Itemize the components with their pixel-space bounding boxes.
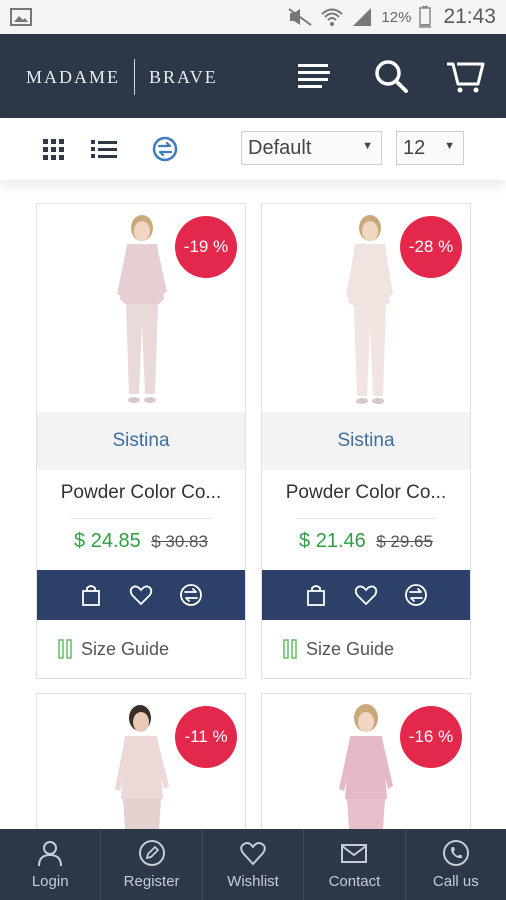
bottom-nav-wishlist[interactable]: Wishlist <box>203 829 305 900</box>
battery-icon <box>419 6 432 28</box>
price-current: $ 21.46 <box>299 530 366 552</box>
app-header: MADAME BRAVE <box>0 34 506 118</box>
chevron-down-icon: ▼ <box>362 140 373 152</box>
chevron-down-icon: ▼ <box>444 140 455 152</box>
price-original: $ 30.83 <box>151 532 208 551</box>
compare-icon[interactable] <box>151 135 179 163</box>
size-guide-link[interactable]: Size Guide <box>282 636 394 662</box>
bottom-nav-call[interactable]: Call us <box>406 829 506 900</box>
bottom-nav: Login Register Wishlist Contact Call us <box>0 829 506 900</box>
heart-icon[interactable] <box>129 583 153 607</box>
ruler-icon <box>58 639 72 659</box>
size-guide-label: Size Guide <box>306 638 395 659</box>
envelope-icon <box>341 844 368 863</box>
logo-divider <box>134 59 136 95</box>
size-guide-label: Size Guide <box>81 638 170 659</box>
product-card[interactable]: -28 % Sistina Powder Color Co... $ 21.46… <box>261 203 471 679</box>
wifi-icon <box>321 8 344 26</box>
sort-select[interactable]: Default ▼ <box>241 131 382 165</box>
listing-toolbar: Default ▼ 12 ▼ <box>0 118 506 180</box>
product-card[interactable]: -19 % Sistina Powder Color Co... $ 24.85… <box>36 203 246 679</box>
logo-right-text: BRAVE <box>149 66 218 87</box>
user-icon <box>38 841 63 867</box>
per-page-select[interactable]: 12 ▼ <box>396 131 464 165</box>
logo-left-text: MADAME <box>26 66 121 87</box>
size-guide-link[interactable]: Size Guide <box>57 636 169 662</box>
per-page-select-value: 12 <box>403 136 426 159</box>
search-icon[interactable] <box>371 56 411 96</box>
discount-badge: -11 % <box>175 706 237 768</box>
product-name[interactable]: Powder Color Co... <box>262 482 470 504</box>
heart-icon[interactable] <box>354 583 378 607</box>
heart-icon <box>240 842 266 866</box>
mute-icon <box>288 8 312 26</box>
grid-view-icon[interactable] <box>40 135 68 163</box>
clock: 21:43 <box>443 5 496 28</box>
product-actions <box>262 570 470 620</box>
discount-badge: -28 % <box>400 216 462 278</box>
status-bar: 12% 21:43 <box>0 0 506 34</box>
price-current: $ 24.85 <box>74 530 141 552</box>
shopping-bag-icon[interactable] <box>304 583 328 607</box>
sort-select-value: Default <box>248 136 312 159</box>
shopping-bag-icon[interactable] <box>79 583 103 607</box>
divider <box>71 518 211 519</box>
bottom-nav-contact[interactable]: Contact <box>304 829 406 900</box>
bottom-nav-login[interactable]: Login <box>0 829 102 900</box>
product-prices: $ 24.85 $ 30.83 <box>37 530 245 553</box>
product-prices: $ 21.46 $ 29.65 <box>262 530 470 553</box>
edit-icon <box>138 840 165 866</box>
compare-icon[interactable] <box>179 583 203 607</box>
bottom-nav-label: Wishlist <box>227 873 279 890</box>
bottom-nav-label: Login <box>31 873 69 890</box>
phone-icon <box>442 840 469 866</box>
cart-icon[interactable] <box>445 56 485 96</box>
menu-icon[interactable] <box>294 56 334 96</box>
bottom-nav-register[interactable]: Register <box>101 829 203 900</box>
compare-icon[interactable] <box>404 583 428 607</box>
list-view-icon[interactable] <box>90 135 118 163</box>
price-original: $ 29.65 <box>376 532 433 551</box>
bottom-nav-label: Register <box>123 873 180 890</box>
battery-percent: 12% <box>381 8 412 26</box>
product-name[interactable]: Powder Color Co... <box>37 482 245 504</box>
signal-icon <box>353 8 372 26</box>
bottom-nav-label: Contact <box>328 873 381 890</box>
discount-badge: -16 % <box>400 706 462 768</box>
ruler-icon <box>283 639 297 659</box>
logo[interactable]: MADAME BRAVE <box>26 59 218 95</box>
product-actions <box>37 570 245 620</box>
product-brand[interactable]: Sistina <box>262 412 470 470</box>
discount-badge: -19 % <box>175 216 237 278</box>
image-icon <box>10 8 32 26</box>
divider <box>296 518 436 519</box>
bottom-nav-label: Call us <box>432 873 479 890</box>
product-brand[interactable]: Sistina <box>37 412 245 470</box>
